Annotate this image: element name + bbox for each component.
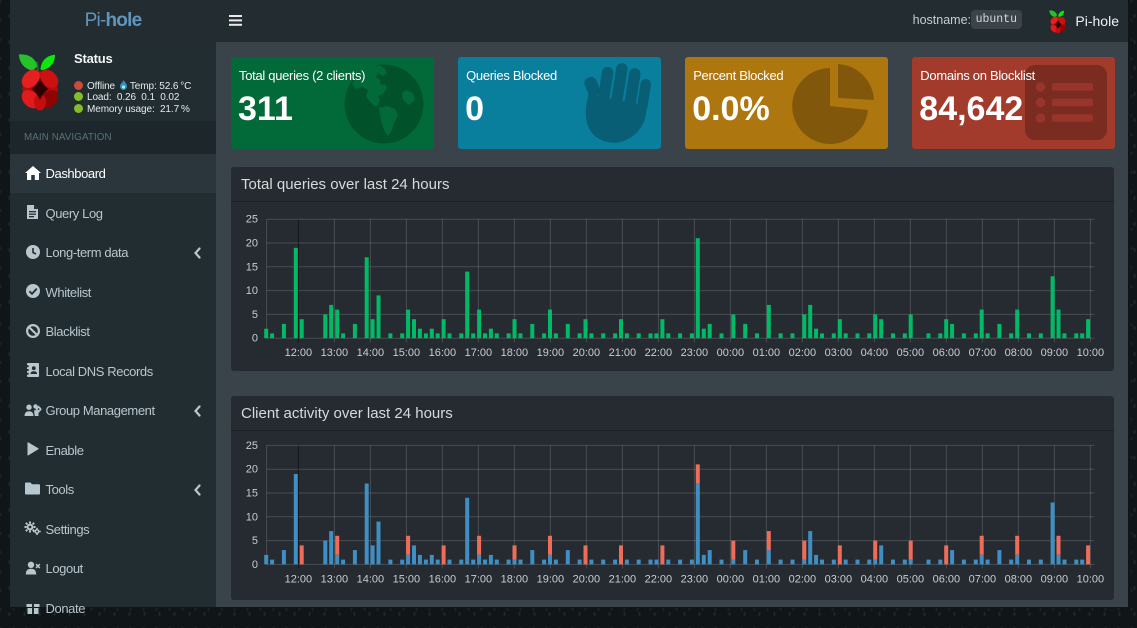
svg-text:20:00: 20:00 bbox=[573, 347, 601, 359]
svg-text:02:00: 02:00 bbox=[789, 573, 817, 585]
svg-text:07:00: 07:00 bbox=[969, 573, 997, 585]
svg-text:12:00: 12:00 bbox=[285, 573, 313, 585]
svg-text:03:00: 03:00 bbox=[825, 347, 853, 359]
svg-text:0: 0 bbox=[252, 333, 258, 345]
svg-text:05:00: 05:00 bbox=[897, 573, 925, 585]
svg-text:17:00: 17:00 bbox=[465, 573, 493, 585]
svg-text:19:00: 19:00 bbox=[537, 347, 565, 359]
svg-text:14:00: 14:00 bbox=[357, 347, 385, 359]
svg-text:04:00: 04:00 bbox=[861, 573, 889, 585]
svg-text:02:00: 02:00 bbox=[789, 347, 817, 359]
svg-text:15:00: 15:00 bbox=[393, 347, 421, 359]
svg-text:10: 10 bbox=[246, 285, 258, 297]
svg-text:13:00: 13:00 bbox=[321, 347, 349, 359]
svg-text:15:00: 15:00 bbox=[393, 573, 421, 585]
svg-text:15: 15 bbox=[246, 488, 258, 500]
svg-text:19:00: 19:00 bbox=[537, 573, 565, 585]
svg-text:10: 10 bbox=[246, 511, 258, 523]
svg-text:22:00: 22:00 bbox=[645, 347, 673, 359]
svg-text:16:00: 16:00 bbox=[429, 573, 457, 585]
svg-text:10:00: 10:00 bbox=[1077, 573, 1105, 585]
svg-text:00:00: 00:00 bbox=[717, 573, 745, 585]
svg-text:18:00: 18:00 bbox=[501, 347, 529, 359]
svg-text:08:00: 08:00 bbox=[1005, 573, 1033, 585]
svg-text:16:00: 16:00 bbox=[429, 347, 457, 359]
svg-text:20: 20 bbox=[246, 238, 258, 250]
svg-text:06:00: 06:00 bbox=[933, 347, 961, 359]
svg-text:08:00: 08:00 bbox=[1005, 347, 1033, 359]
svg-text:10:00: 10:00 bbox=[1077, 347, 1105, 359]
svg-text:0: 0 bbox=[252, 559, 258, 571]
svg-text:5: 5 bbox=[252, 309, 258, 321]
svg-text:09:00: 09:00 bbox=[1041, 573, 1069, 585]
svg-text:15: 15 bbox=[246, 261, 258, 273]
svg-text:20: 20 bbox=[246, 464, 258, 476]
svg-text:5: 5 bbox=[252, 535, 258, 547]
svg-text:01:00: 01:00 bbox=[753, 347, 781, 359]
svg-text:04:00: 04:00 bbox=[861, 347, 889, 359]
svg-text:06:00: 06:00 bbox=[933, 573, 961, 585]
svg-text:23:00: 23:00 bbox=[681, 347, 709, 359]
svg-text:23:00: 23:00 bbox=[681, 573, 709, 585]
svg-text:14:00: 14:00 bbox=[357, 573, 385, 585]
svg-text:25: 25 bbox=[246, 214, 258, 226]
svg-text:20:00: 20:00 bbox=[573, 573, 601, 585]
svg-text:25: 25 bbox=[246, 440, 258, 452]
svg-text:18:00: 18:00 bbox=[501, 573, 529, 585]
svg-text:22:00: 22:00 bbox=[645, 573, 673, 585]
svg-text:21:00: 21:00 bbox=[609, 573, 637, 585]
svg-text:17:00: 17:00 bbox=[465, 347, 493, 359]
svg-text:00:00: 00:00 bbox=[717, 347, 745, 359]
svg-text:03:00: 03:00 bbox=[825, 573, 853, 585]
svg-text:05:00: 05:00 bbox=[897, 347, 925, 359]
svg-text:21:00: 21:00 bbox=[609, 347, 637, 359]
svg-text:07:00: 07:00 bbox=[969, 347, 997, 359]
svg-text:13:00: 13:00 bbox=[321, 573, 349, 585]
svg-text:12:00: 12:00 bbox=[285, 347, 313, 359]
svg-text:09:00: 09:00 bbox=[1041, 347, 1069, 359]
svg-text:01:00: 01:00 bbox=[753, 573, 781, 585]
